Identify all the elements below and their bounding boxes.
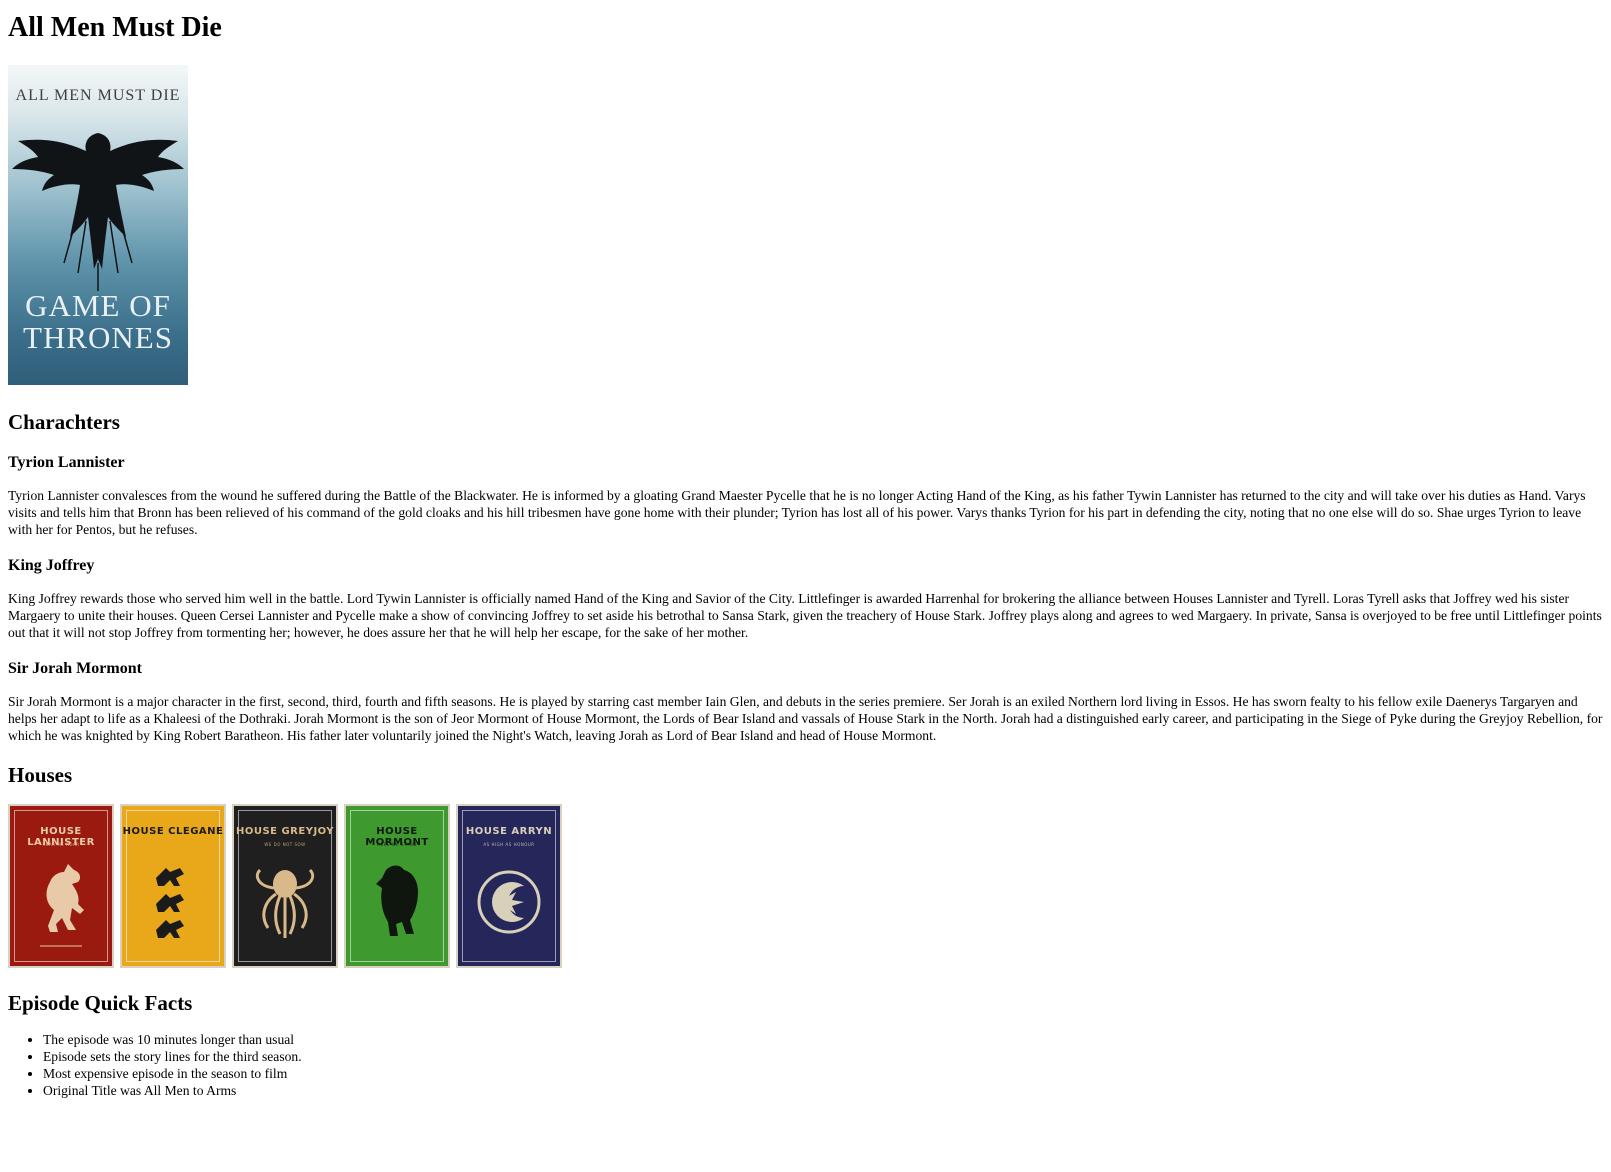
character-name: Sir Jorah Mormont bbox=[8, 660, 142, 677]
facts-list: The episode was 10 minutes longer than u… bbox=[8, 1031, 1603, 1099]
page: All Men Must Die ALL MEN MUST DIE GAME O… bbox=[0, 11, 1611, 1099]
house-banner-arryn: HOUSE ARRYN AS HIGH AS HONOUR bbox=[456, 804, 562, 968]
characters-heading: Charachters bbox=[8, 410, 120, 434]
dogs-icon bbox=[156, 868, 184, 938]
character-jorah: Sir Jorah Mormont Sir Jorah Mormont is a… bbox=[8, 659, 1603, 744]
list-item: The episode was 10 minutes longer than u… bbox=[43, 1031, 1603, 1048]
episode-poster: ALL MEN MUST DIE GAME OF THRONES bbox=[8, 65, 188, 385]
character-description: Sir Jorah Mormont is a major character i… bbox=[8, 694, 1603, 743]
houses-heading: Houses bbox=[8, 763, 73, 787]
character-tyrion: Tyrion Lannister Tyrion Lannister conval… bbox=[8, 453, 1603, 538]
page-title: All Men Must Die bbox=[8, 12, 222, 43]
house-banner-mormont: HOUSE MORMONT HERE WE STAND bbox=[344, 804, 450, 968]
bear-icon bbox=[376, 865, 418, 936]
houses-gallery: HOUSE LANNISTER HEAR ME ROAR HOUSE CLEGA… bbox=[8, 804, 1603, 968]
lion-icon bbox=[40, 864, 84, 947]
list-item: Episode sets the story lines for the thi… bbox=[43, 1048, 1603, 1065]
house-banner-greyjoy: HOUSE GREYJOY WE DO NOT SOW bbox=[232, 804, 338, 968]
character-name: King Joffrey bbox=[8, 557, 95, 574]
house-banner-clegane: HOUSE CLEGANE bbox=[120, 804, 226, 968]
character-description: King Joffrey rewards those who served hi… bbox=[8, 591, 1602, 640]
crow-icon bbox=[12, 133, 184, 291]
list-item: Original Title was All Men to Arms bbox=[43, 1082, 1603, 1099]
house-banner-lannister: HOUSE LANNISTER HEAR ME ROAR bbox=[8, 804, 114, 968]
kraken-icon bbox=[255, 868, 315, 938]
poster-tagline: ALL MEN MUST DIE bbox=[15, 87, 181, 104]
character-description: Tyrion Lannister convalesces from the wo… bbox=[8, 488, 1586, 537]
poster-logo: GAME OF THRONES bbox=[23, 288, 173, 355]
falcon-moon-icon bbox=[477, 870, 541, 934]
character-joffrey: King Joffrey King Joffrey rewards those … bbox=[8, 556, 1603, 641]
facts-heading: Episode Quick Facts bbox=[8, 991, 193, 1015]
poster-image: ALL MEN MUST DIE GAME OF THRONES bbox=[8, 65, 188, 385]
list-item: Most expensive episode in the season to … bbox=[43, 1065, 1603, 1082]
character-name: Tyrion Lannister bbox=[8, 454, 125, 471]
